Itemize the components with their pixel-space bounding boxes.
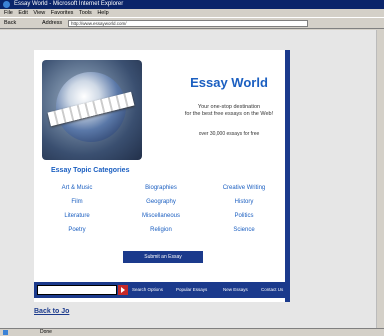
category-link[interactable]: Creative Writing [204, 185, 284, 191]
back-button[interactable]: Back [4, 20, 16, 27]
window-title-bar: Essay World - Microsoft Internet Explore… [0, 0, 384, 9]
site-tagline: Your one-stop destination for the best f… [174, 104, 284, 118]
menu-help[interactable]: Help [97, 10, 108, 16]
category-link[interactable]: Film [37, 199, 117, 205]
category-link[interactable]: Geography [121, 199, 201, 205]
bottom-nav-bar: Search Options Popular Essays New Essays… [34, 282, 290, 298]
popular-essays-link[interactable]: Popular Essays [176, 286, 207, 294]
search-options-link[interactable]: Search Options [132, 286, 163, 294]
search-go-icon[interactable] [118, 285, 128, 295]
category-link[interactable]: Politics [204, 213, 284, 219]
menu-view[interactable]: View [33, 10, 45, 16]
category-link[interactable]: Art & Music [37, 185, 117, 191]
new-essays-link[interactable]: New Essays [223, 286, 248, 294]
main-card: Essay World Your one-stop destination fo… [34, 50, 290, 302]
menu-bar: File Edit View Favorites Tools Help [0, 9, 384, 17]
earth-logo-image [42, 60, 142, 160]
category-link[interactable]: Biographies [121, 185, 201, 191]
category-link[interactable]: History [204, 199, 284, 205]
status-text: Done [40, 329, 52, 335]
tagline-line1: Your one-stop destination [197, 104, 261, 110]
search-input[interactable] [37, 285, 117, 295]
menu-file[interactable]: File [4, 10, 13, 16]
essay-count: over 30,000 essays for free [198, 131, 260, 137]
category-link[interactable]: Literature [37, 213, 117, 219]
window-title: Essay World - Microsoft Internet Explore… [14, 1, 124, 7]
categories-heading: Essay Topic Categories [51, 167, 130, 174]
category-link[interactable]: Religion [121, 227, 201, 233]
menu-favorites[interactable]: Favorites [51, 10, 74, 16]
page-icon [3, 330, 8, 335]
toolbar: Back Address http://www.essayworld.com/ [0, 17, 384, 29]
status-bar: Done [0, 328, 384, 336]
tagline-line2: for the best free essays on the Web! [184, 111, 274, 117]
category-link[interactable]: Science [204, 227, 284, 233]
card-side-stripe [285, 50, 290, 302]
address-bar[interactable]: http://www.essayworld.com/ [68, 20, 308, 27]
submit-essay-button[interactable]: Submit an Essay [123, 251, 203, 263]
back-link[interactable]: Back to Jo [34, 308, 69, 315]
contact-us-link[interactable]: Contact Us [261, 286, 283, 294]
site-title: Essay World [190, 75, 268, 90]
menu-edit[interactable]: Edit [18, 10, 27, 16]
browser-icon [3, 1, 10, 8]
address-label: Address [42, 20, 63, 26]
category-link[interactable]: Miscellaneous [121, 213, 201, 219]
menu-tools[interactable]: Tools [79, 10, 92, 16]
vertical-scrollbar[interactable] [376, 30, 384, 328]
category-link[interactable]: Poetry [37, 227, 117, 233]
